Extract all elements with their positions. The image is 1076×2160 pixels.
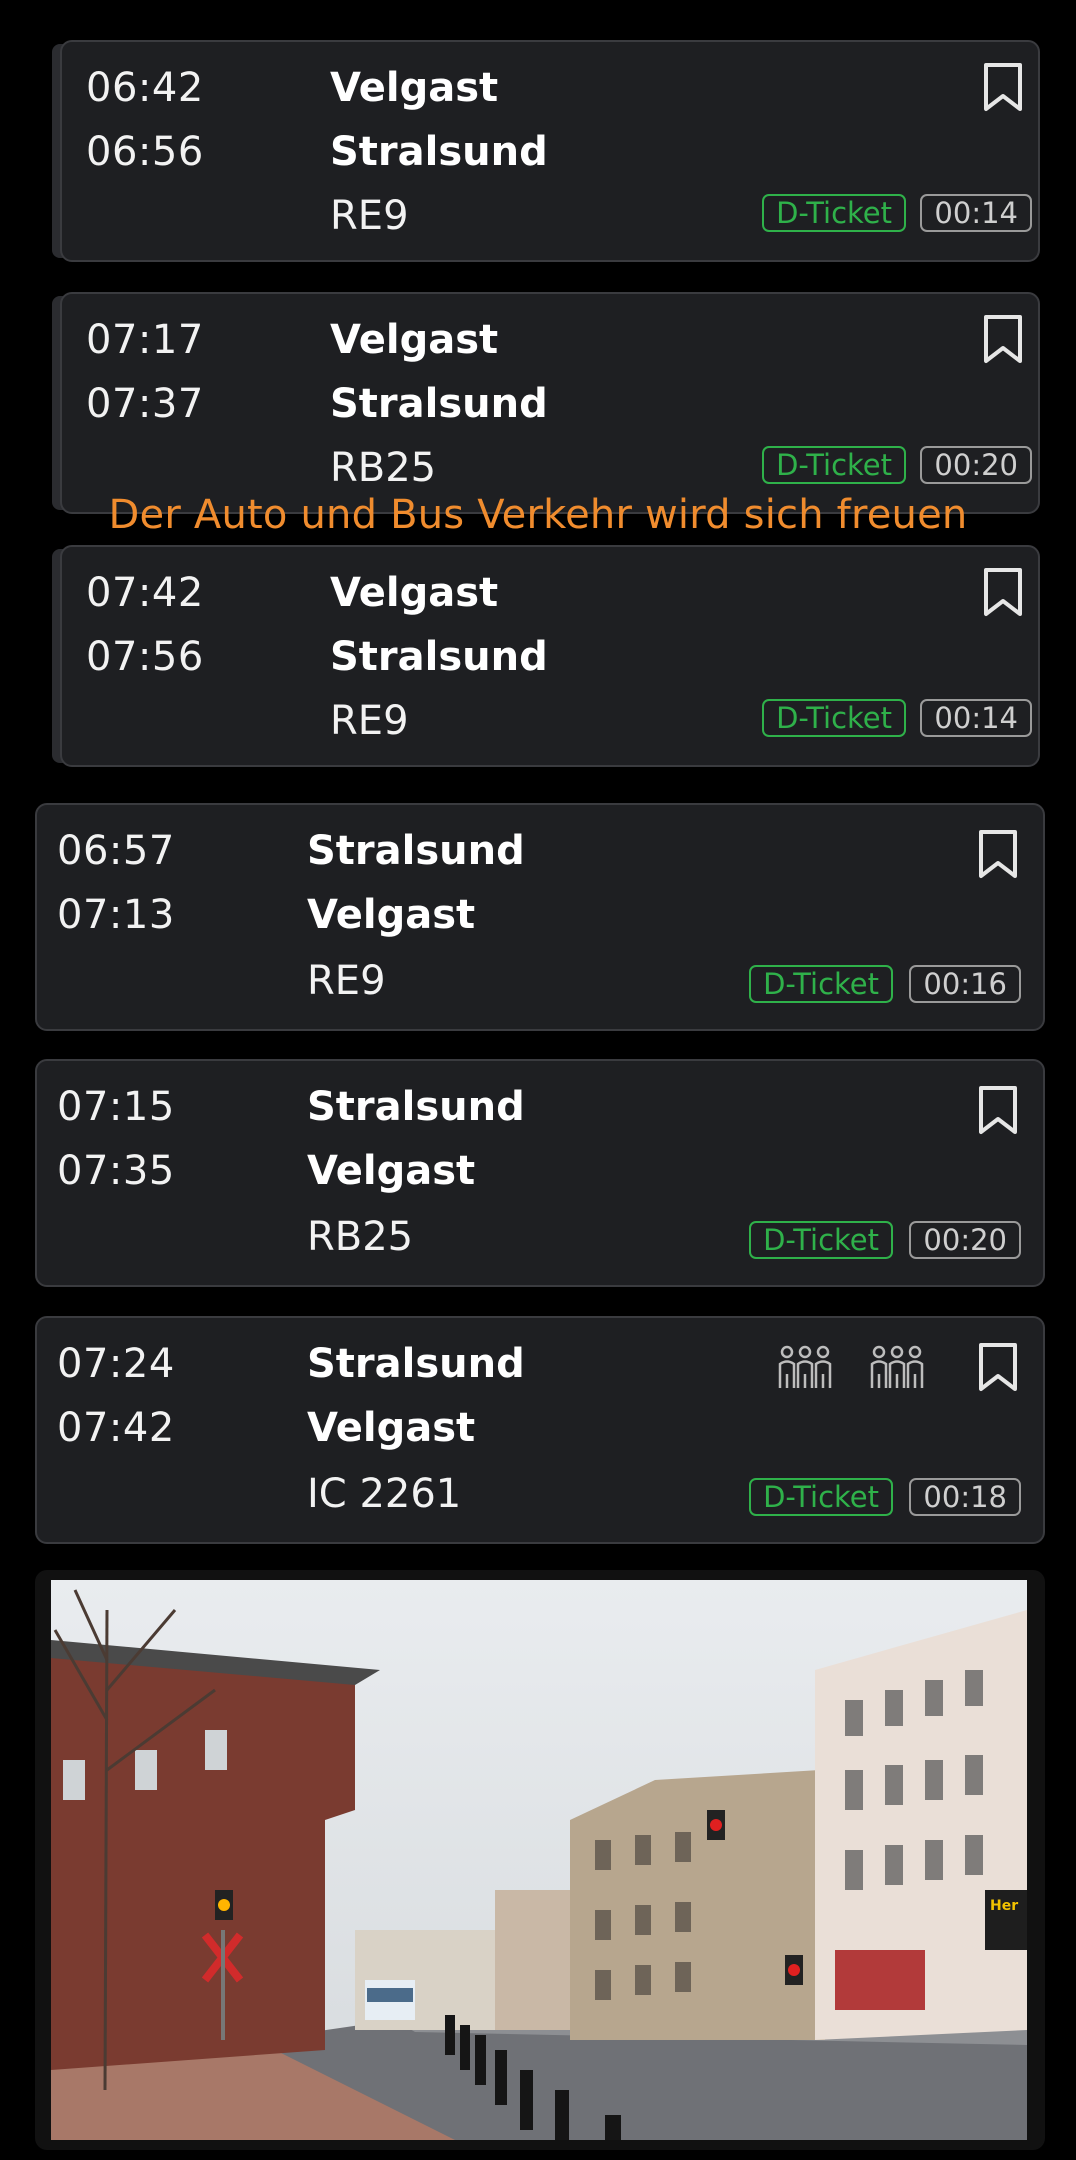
arrival-time: 07:37	[86, 381, 204, 427]
bookmark-icon[interactable]	[977, 1085, 1019, 1135]
destination-station: Velgast	[307, 1405, 476, 1451]
shop-sign-text: Her	[990, 1898, 1018, 1914]
connection-card[interactable]: 07:24 07:42 Stralsund Velgast IC 2261 D-…	[35, 1316, 1045, 1544]
origin-station: Stralsund	[307, 828, 525, 874]
origin-station: Stralsund	[307, 1341, 525, 1387]
duration-badge: 00:20	[920, 446, 1032, 484]
crowd-icon	[778, 1345, 832, 1388]
bookmark-icon[interactable]	[977, 829, 1019, 879]
origin-station: Stralsund	[307, 1084, 525, 1130]
departure-time: 07:24	[57, 1341, 175, 1387]
arrival-time: 07:35	[57, 1148, 175, 1194]
ticket-badge: D-Ticket	[762, 446, 906, 484]
destination-station: Stralsund	[330, 634, 548, 680]
bookmark-icon[interactable]	[982, 62, 1024, 112]
ticket-badge: D-Ticket	[749, 1221, 893, 1259]
train-line: RE9	[307, 958, 386, 1004]
arrival-time: 07:56	[86, 634, 204, 680]
destination-station: Stralsund	[330, 381, 548, 427]
duration-badge: 00:20	[909, 1221, 1021, 1259]
bookmark-icon[interactable]	[982, 567, 1024, 617]
connection-card[interactable]: 07:17 07:37 Velgast Stralsund RB25 D-Tic…	[60, 292, 1040, 514]
duration-badge: 00:18	[909, 1478, 1021, 1516]
destination-station: Velgast	[307, 1148, 476, 1194]
connection-card[interactable]: 06:57 07:13 Stralsund Velgast RE9 D-Tick…	[35, 803, 1045, 1031]
origin-station: Velgast	[330, 317, 499, 363]
origin-station: Velgast	[330, 570, 499, 616]
departure-time: 07:42	[86, 570, 204, 616]
train-line: RE9	[330, 698, 409, 744]
ticket-badge: D-Ticket	[749, 1478, 893, 1516]
train-line: RE9	[330, 193, 409, 239]
connection-card[interactable]: 07:42 07:56 Velgast Stralsund RE9 D-Tick…	[60, 545, 1040, 767]
train-line: RB25	[330, 445, 437, 491]
destination-station: Velgast	[307, 892, 476, 938]
duration-badge: 00:14	[920, 699, 1032, 737]
departure-time: 07:17	[86, 317, 204, 363]
origin-station: Velgast	[330, 65, 499, 111]
train-line: IC 2261	[307, 1471, 462, 1517]
caption-overlay: Der Auto und Bus Verkehr wird sich freue…	[108, 492, 968, 538]
bookmark-icon[interactable]	[982, 314, 1024, 364]
ticket-badge: D-Ticket	[749, 965, 893, 1003]
destination-station: Stralsund	[330, 129, 548, 175]
departure-time: 06:57	[57, 828, 175, 874]
connection-card[interactable]: 07:15 07:35 Stralsund Velgast RB25 D-Tic…	[35, 1059, 1045, 1287]
departure-time: 06:42	[86, 65, 204, 111]
arrival-time: 07:13	[57, 892, 175, 938]
duration-badge: 00:14	[920, 194, 1032, 232]
bookmark-icon[interactable]	[977, 1342, 1019, 1392]
train-line: RB25	[307, 1214, 414, 1260]
duration-badge: 00:16	[909, 965, 1021, 1003]
street-photo: Her	[35, 1570, 1045, 2150]
street-scene-illustration: Her	[51, 1580, 1027, 2140]
crowd-icon	[870, 1345, 924, 1388]
connection-card[interactable]: 06:42 06:56 Velgast Stralsund RE9 D-Tick…	[60, 40, 1040, 262]
departure-time: 07:15	[57, 1084, 175, 1130]
arrival-time: 06:56	[86, 129, 204, 175]
ticket-badge: D-Ticket	[762, 699, 906, 737]
arrival-time: 07:42	[57, 1405, 175, 1451]
ticket-badge: D-Ticket	[762, 194, 906, 232]
